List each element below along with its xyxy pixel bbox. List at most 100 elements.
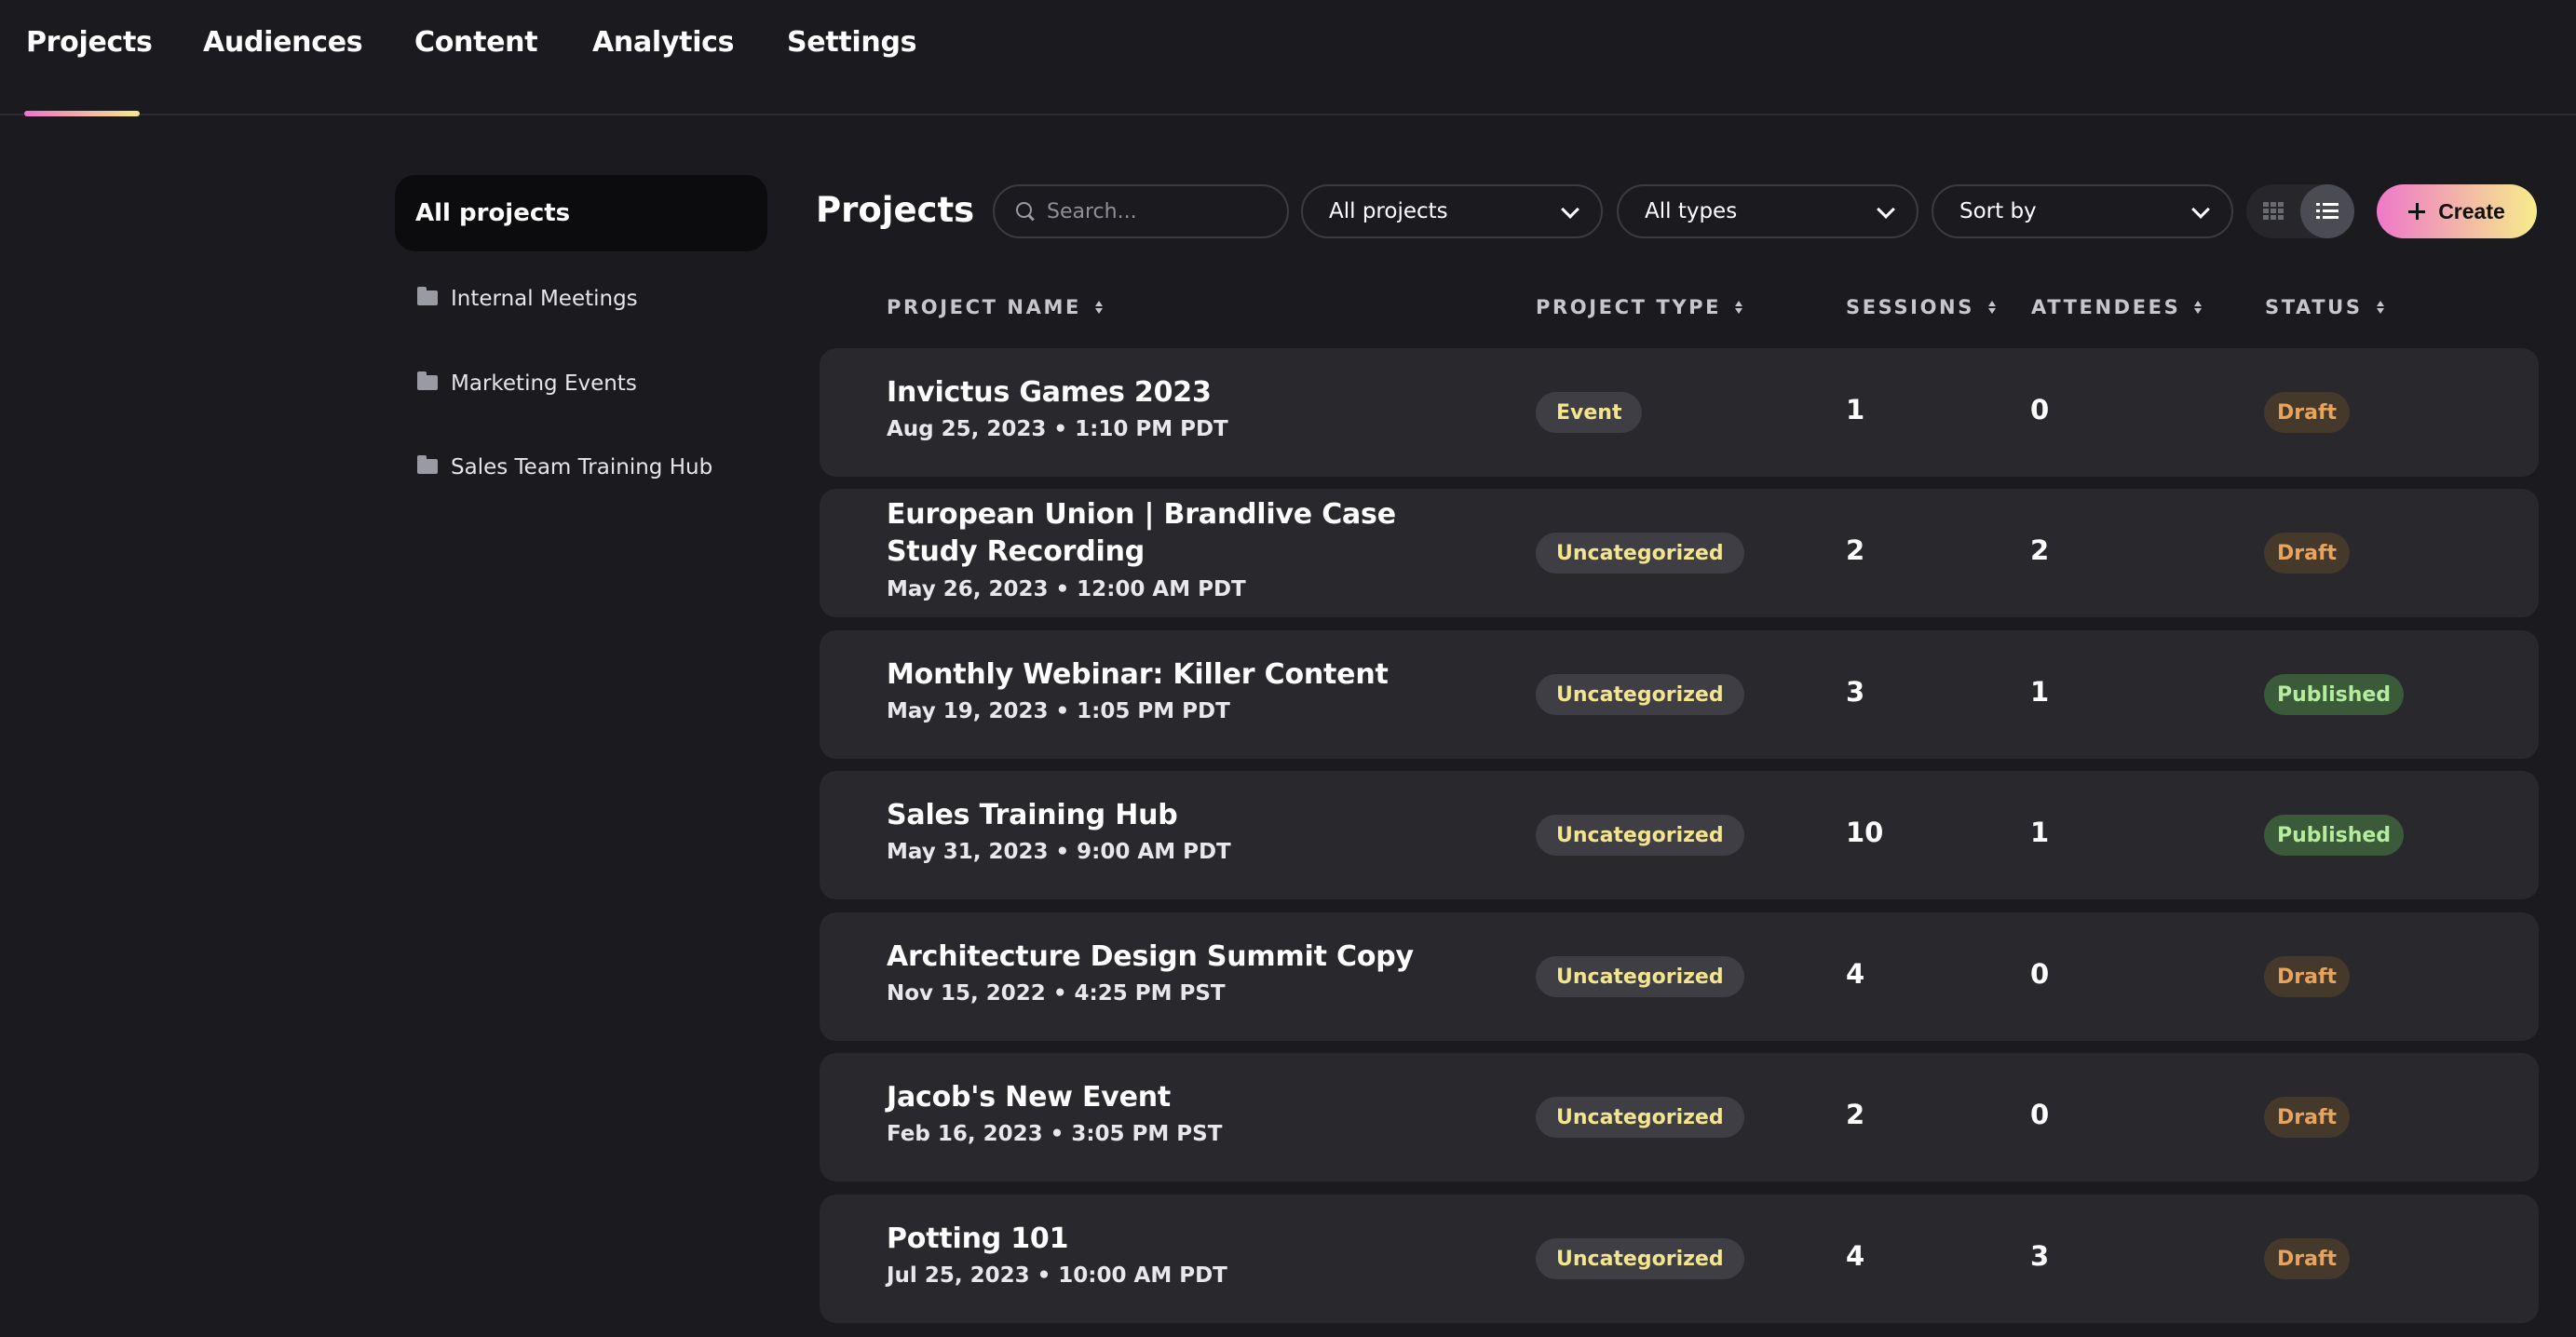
project-name: European Union | Brandlive Case Study Re… bbox=[887, 498, 1396, 568]
create-button-label: Create bbox=[2438, 198, 2505, 223]
folder-icon bbox=[417, 371, 438, 390]
sessions-count: 1 bbox=[1846, 394, 1865, 425]
sessions-count: 4 bbox=[1846, 1240, 1865, 1272]
column-header-label: PROJECT TYPE bbox=[1536, 296, 1722, 318]
project-name: Monthly Webinar: Killer Content bbox=[887, 658, 1389, 691]
top-navigation: Projects Audiences Content Analytics Set… bbox=[0, 0, 2576, 116]
dropdown-value: All types bbox=[1645, 199, 1738, 223]
tab-settings[interactable]: Settings bbox=[787, 26, 917, 63]
project-name: Sales Training Hub bbox=[887, 799, 1178, 831]
attendees-count: 3 bbox=[2030, 1240, 2050, 1272]
dropdown-value: All projects bbox=[1329, 199, 1448, 223]
sidebar-item-label: All projects bbox=[415, 199, 571, 227]
attendees-count: 2 bbox=[2030, 534, 2050, 566]
project-date: May 26, 2023 • 12:00 AM PDT bbox=[887, 577, 1246, 601]
search-input[interactable] bbox=[1045, 198, 1268, 224]
project-date: May 19, 2023 • 1:05 PM PDT bbox=[887, 699, 1230, 723]
list-view-button[interactable] bbox=[2300, 184, 2354, 238]
attendees-count: 0 bbox=[2030, 394, 2050, 425]
status-badge: Published bbox=[2264, 674, 2405, 715]
chevron-down-icon bbox=[2191, 200, 2210, 219]
project-name: Potting 101 bbox=[887, 1222, 1069, 1255]
sort-icon bbox=[2193, 299, 2203, 316]
tab-analytics[interactable]: Analytics bbox=[592, 26, 735, 63]
project-type-badge: Event bbox=[1536, 392, 1643, 433]
sidebar-item-label: Internal Meetings bbox=[451, 287, 638, 311]
column-header-project-name[interactable]: PROJECT NAME bbox=[887, 296, 1104, 318]
sidebar-item-marketing-events[interactable]: Marketing Events bbox=[417, 364, 637, 403]
project-name: Jacob's New Event bbox=[887, 1081, 1172, 1114]
sidebar-item-label: Marketing Events bbox=[451, 371, 637, 396]
table-row[interactable]: Potting 101 Jul 25, 2023 • 10:00 AM PDT … bbox=[820, 1195, 2539, 1323]
status-badge: Draft bbox=[2264, 1097, 2351, 1138]
chevron-down-icon bbox=[1561, 200, 1579, 219]
table-row[interactable]: Architecture Design Summit Copy Nov 15, … bbox=[820, 912, 2539, 1041]
sidebar-item-sales-team-training-hub[interactable]: Sales Team Training Hub bbox=[417, 448, 712, 487]
column-header-label: ATTENDEES bbox=[2031, 296, 2181, 318]
tab-projects[interactable]: Projects bbox=[26, 26, 153, 63]
column-header-label: STATUS bbox=[2265, 296, 2363, 318]
table-row[interactable]: Sales Training Hub May 31, 2023 • 9:00 A… bbox=[820, 771, 2539, 899]
attendees-count: 1 bbox=[2030, 676, 2050, 708]
project-type-badge: Uncategorized bbox=[1536, 956, 1744, 997]
sessions-count: 3 bbox=[1846, 676, 1865, 708]
project-type-badge: Uncategorized bbox=[1536, 815, 1744, 856]
column-header-attendees[interactable]: ATTENDEES bbox=[2031, 296, 2203, 318]
folder-icon bbox=[417, 455, 438, 474]
project-type-badge: Uncategorized bbox=[1536, 533, 1744, 574]
view-toggle bbox=[2246, 184, 2354, 238]
project-date: Nov 15, 2022 • 4:25 PM PST bbox=[887, 981, 1226, 1006]
search-box[interactable] bbox=[993, 184, 1289, 238]
project-type-badge: Uncategorized bbox=[1536, 1238, 1744, 1279]
status-badge: Published bbox=[2264, 815, 2405, 856]
table-row[interactable]: Jacob's New Event Feb 16, 2023 • 3:05 PM… bbox=[820, 1053, 2539, 1182]
attendees-count: 0 bbox=[2030, 1099, 2050, 1130]
tab-content[interactable]: Content bbox=[414, 26, 538, 63]
sessions-count: 2 bbox=[1846, 1099, 1865, 1130]
status-badge: Draft bbox=[2264, 1238, 2351, 1279]
project-date: Jul 25, 2023 • 10:00 AM PDT bbox=[887, 1263, 1227, 1288]
status-badge: Draft bbox=[2264, 533, 2351, 574]
chevron-down-icon bbox=[1877, 200, 1895, 219]
sort-icon bbox=[1734, 299, 1743, 316]
table-row[interactable]: Monthly Webinar: Killer Content May 19, … bbox=[820, 630, 2539, 759]
project-date: Feb 16, 2023 • 3:05 PM PST bbox=[887, 1122, 1223, 1146]
sessions-count: 2 bbox=[1846, 534, 1865, 566]
types-filter-dropdown[interactable]: All types bbox=[1617, 184, 1918, 238]
grid-view-button[interactable] bbox=[2246, 184, 2300, 238]
column-header-status[interactable]: STATUS bbox=[2265, 296, 2385, 318]
sort-icon bbox=[1987, 299, 1997, 316]
tab-audiences[interactable]: Audiences bbox=[203, 26, 363, 63]
dropdown-value: Sort by bbox=[1959, 199, 2037, 223]
plus-icon bbox=[2408, 203, 2426, 220]
project-name: Architecture Design Summit Copy bbox=[887, 940, 1414, 973]
page-title: Projects bbox=[816, 190, 975, 230]
status-badge: Draft bbox=[2264, 956, 2351, 997]
sidebar-item-all-projects[interactable]: All projects bbox=[395, 175, 767, 251]
search-icon bbox=[1015, 201, 1036, 222]
attendees-count: 0 bbox=[2030, 958, 2050, 990]
column-header-label: PROJECT NAME bbox=[887, 296, 1081, 318]
projects-filter-dropdown[interactable]: All projects bbox=[1301, 184, 1603, 238]
project-type-badge: Uncategorized bbox=[1536, 674, 1744, 715]
status-badge: Draft bbox=[2264, 392, 2351, 433]
project-type-badge: Uncategorized bbox=[1536, 1097, 1744, 1138]
column-header-label: SESSIONS bbox=[1846, 296, 1974, 318]
attendees-count: 1 bbox=[2030, 817, 2050, 848]
sidebar-item-internal-meetings[interactable]: Internal Meetings bbox=[417, 279, 638, 318]
project-date: May 31, 2023 • 9:00 AM PDT bbox=[887, 840, 1231, 864]
column-header-sessions[interactable]: SESSIONS bbox=[1846, 296, 1997, 318]
sessions-count: 4 bbox=[1846, 958, 1865, 990]
sort-dropdown[interactable]: Sort by bbox=[1932, 184, 2233, 238]
active-tab-indicator bbox=[24, 111, 140, 116]
grid-icon bbox=[2263, 202, 2284, 221]
table-row[interactable]: European Union | Brandlive Case Study Re… bbox=[820, 489, 2539, 617]
folder-icon bbox=[417, 287, 438, 305]
project-name: Invictus Games 2023 bbox=[887, 376, 1212, 409]
sidebar-item-label: Sales Team Training Hub bbox=[451, 455, 713, 479]
project-date: Aug 25, 2023 • 1:10 PM PDT bbox=[887, 417, 1228, 441]
table-row[interactable]: Invictus Games 2023 Aug 25, 2023 • 1:10 … bbox=[820, 348, 2539, 477]
create-button[interactable]: Create bbox=[2377, 184, 2537, 238]
sessions-count: 10 bbox=[1846, 817, 1884, 848]
column-header-project-type[interactable]: PROJECT TYPE bbox=[1536, 296, 1743, 318]
